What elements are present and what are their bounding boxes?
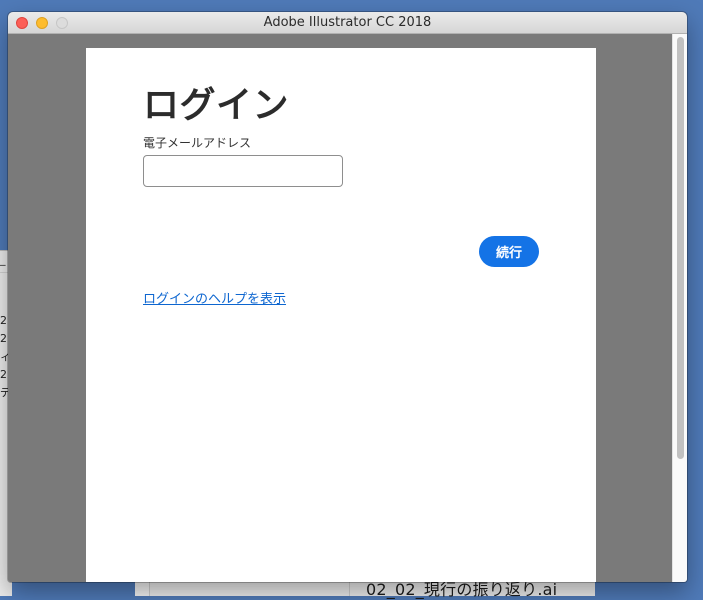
login-help-link[interactable]: ログインのヘルプを表示 [143, 288, 286, 307]
email-field[interactable] [143, 155, 343, 187]
continue-button[interactable]: 続行 [479, 236, 539, 267]
title-bar[interactable]: Adobe Illustrator CC 2018 [8, 12, 687, 34]
scrollbar-thumb[interactable] [677, 37, 684, 459]
email-label: 電子メールアドレス [143, 136, 252, 150]
vertical-scrollbar[interactable] [672, 34, 687, 582]
page-title: ログイン [143, 85, 290, 126]
login-window: Adobe Illustrator CC 2018 ログイン 電子メールアドレス… [8, 12, 687, 582]
login-page: ログイン 電子メールアドレス 続行 ログインのヘルプを表示 [86, 48, 596, 582]
window-content: ログイン 電子メールアドレス 続行 ログインのヘルプを表示 [8, 34, 687, 582]
window-title: Adobe Illustrator CC 2018 [263, 15, 432, 30]
